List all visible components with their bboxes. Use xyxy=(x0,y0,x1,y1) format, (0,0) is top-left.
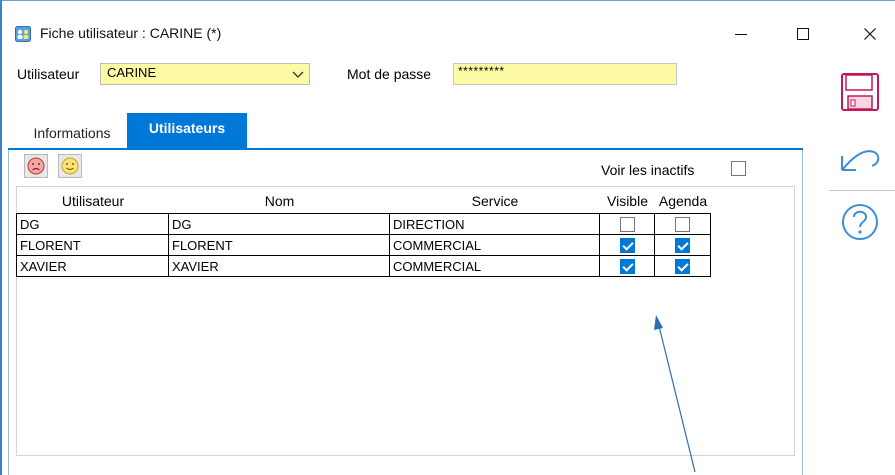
sad-face-icon xyxy=(27,157,45,175)
window-title: Fiche utilisateur : CARINE (*) xyxy=(40,25,222,41)
help-icon xyxy=(842,204,878,240)
cell-utilisateur[interactable]: DG xyxy=(16,213,169,235)
cell-nom[interactable]: XAVIER xyxy=(168,255,390,277)
visible-checkbox[interactable] xyxy=(619,259,635,275)
cell-utilisateur[interactable]: FLORENT xyxy=(16,234,169,256)
maximize-icon xyxy=(797,28,809,40)
column-header-service[interactable]: Service xyxy=(390,193,600,209)
table-row[interactable]: XAVIER XAVIER COMMERCIAL xyxy=(16,255,711,277)
cell-nom[interactable]: FLORENT xyxy=(168,234,390,256)
side-toolbar-divider xyxy=(829,190,895,191)
visible-checkbox[interactable] xyxy=(619,238,635,254)
user-value: CARINE xyxy=(107,65,157,80)
tab-underline xyxy=(8,148,803,150)
undo-button[interactable] xyxy=(838,142,882,174)
cell-utilisateur[interactable]: XAVIER xyxy=(16,255,169,277)
cell-visible xyxy=(599,255,655,277)
password-value: ********* xyxy=(458,64,505,78)
window-frame-left xyxy=(0,0,2,475)
agenda-checkbox[interactable] xyxy=(675,217,690,233)
close-button[interactable] xyxy=(847,14,893,54)
password-field[interactable]: ********* xyxy=(453,63,677,85)
cell-nom[interactable]: DG xyxy=(168,213,390,235)
minimize-button[interactable] xyxy=(718,14,764,54)
column-header-visible[interactable]: Visible xyxy=(600,193,655,209)
smiley-face-icon xyxy=(61,157,79,175)
app-icon xyxy=(15,26,31,42)
column-header-utilisateur[interactable]: Utilisateur xyxy=(17,193,169,209)
sad-face-button[interactable] xyxy=(24,154,48,178)
minimize-icon xyxy=(735,34,747,35)
show-inactive-label: Voir les inactifs xyxy=(601,162,695,178)
help-button[interactable] xyxy=(840,202,880,242)
visible-checkbox[interactable] xyxy=(619,217,635,233)
show-inactive-checkbox[interactable] xyxy=(731,161,746,176)
cell-service[interactable]: COMMERCIAL xyxy=(389,234,600,256)
cell-agenda xyxy=(654,234,711,256)
password-label: Mot de passe xyxy=(347,66,432,82)
save-button[interactable] xyxy=(840,72,880,112)
agenda-checkbox[interactable] xyxy=(675,259,690,275)
cell-service[interactable]: DIRECTION xyxy=(389,213,600,235)
agenda-checkbox[interactable] xyxy=(675,238,690,254)
cell-agenda xyxy=(654,255,711,277)
column-header-agenda[interactable]: Agenda xyxy=(655,193,711,209)
close-icon xyxy=(864,28,876,40)
column-header-nom[interactable]: Nom xyxy=(169,193,390,209)
table-row[interactable]: FLORENT FLORENT COMMERCIAL xyxy=(16,234,711,256)
cell-visible xyxy=(599,234,655,256)
happy-face-button[interactable] xyxy=(58,154,82,178)
users-grid: DG DG DIRECTION FLORENT FLORENT COMMERCI… xyxy=(16,213,711,277)
undo-icon xyxy=(841,150,880,171)
tab-informations[interactable]: Informations xyxy=(17,120,127,145)
cell-agenda xyxy=(654,213,711,235)
tab-utilisateurs[interactable]: Utilisateurs xyxy=(127,113,247,149)
user-combobox[interactable]: CARINE xyxy=(100,63,310,85)
annotation-arrow xyxy=(654,315,696,473)
cell-service[interactable]: COMMERCIAL xyxy=(389,255,600,277)
panel-border-right xyxy=(802,150,803,475)
chevron-down-icon[interactable] xyxy=(290,66,306,82)
panel-border-left xyxy=(8,150,9,475)
maximize-button[interactable] xyxy=(780,14,826,54)
window-frame-top xyxy=(0,0,895,1)
save-icon xyxy=(841,73,879,111)
cell-visible xyxy=(599,213,655,235)
table-row[interactable]: DG DG DIRECTION xyxy=(16,213,711,235)
user-label: Utilisateur xyxy=(17,66,80,82)
